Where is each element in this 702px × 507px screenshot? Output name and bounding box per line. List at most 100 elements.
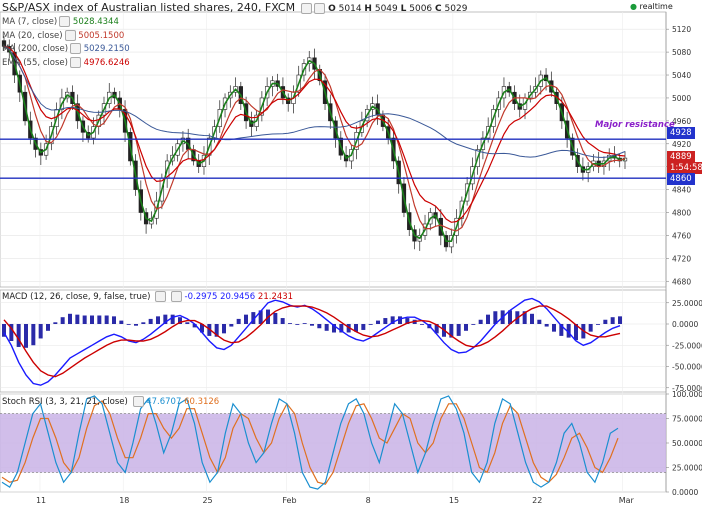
macd-histogram-bar: [368, 324, 373, 325]
macd-visibility-button[interactable]: [170, 291, 182, 302]
legend-row: MA (200, close) 5029.2150: [2, 43, 130, 57]
macd-histogram-bar: [610, 317, 615, 324]
macd-value: -0.2975: [184, 292, 218, 302]
stoch-y-tick-label: 75.0000: [672, 415, 702, 424]
macd-y-tick-label: 25.0000: [672, 299, 702, 308]
chart-root: 5120508050405000496049204880484048004760…: [0, 0, 702, 507]
macd-histogram-bar: [456, 324, 461, 336]
x-tick-label: Feb: [282, 496, 296, 505]
macd-histogram-bar: [295, 324, 300, 325]
macd-histogram-bar: [486, 314, 490, 324]
macd-histogram-bar: [244, 314, 248, 324]
x-tick-label: 25: [202, 496, 212, 505]
macd-histogram-bar: [229, 324, 234, 327]
stoch-y-tick-label: 50.0000: [672, 439, 702, 448]
macd-y-tick-label: 0.0000: [672, 320, 698, 329]
macd-histogram-bar: [478, 319, 483, 324]
legend-value: 5028.4344: [70, 17, 119, 27]
macd-histogram-bar: [222, 324, 226, 334]
legend-settings-button[interactable]: [70, 43, 82, 54]
macd-histogram-bar: [170, 314, 175, 324]
price-y-tick-label: 4720: [672, 254, 691, 263]
macd-histogram-bar: [185, 322, 190, 324]
legend-row: MA (20, close) 5005.1500: [2, 29, 130, 44]
chart-title: S&P/ASX index of Australian listed share…: [2, 1, 296, 14]
macd-histogram-bar: [317, 324, 322, 329]
legend-label: MA (7, close): [2, 17, 58, 27]
macd-histogram-bar: [618, 316, 622, 324]
stoch-d-value: 60.3126: [184, 397, 220, 407]
price-y-tick-label: 5040: [672, 71, 691, 80]
price-y-tick-label: 4840: [672, 186, 691, 195]
macd-histogram-bar: [530, 313, 534, 324]
macd-histogram-bar: [464, 324, 468, 331]
price-y-tick-label: 4920: [672, 140, 691, 149]
legend-label: MA (200, close): [2, 44, 69, 54]
chart-canvas: 5120508050405000496049204880484048004760…: [0, 11, 702, 505]
legend-row: MA (7, close) 5028.4344: [2, 16, 130, 30]
ohlc-readout: O 5014 H 5049 L 5006 C 5029: [328, 4, 468, 14]
visibility-button[interactable]: [313, 2, 325, 14]
macd-histogram-bar: [148, 318, 153, 324]
macd-histogram-bar: [119, 320, 124, 324]
legend-value: 5005.1500: [75, 30, 125, 41]
legend-settings-button[interactable]: [59, 16, 71, 27]
x-tick-label: 8: [366, 496, 371, 505]
macd-y-tick-label: -50.0000: [672, 363, 702, 372]
macd-histogram-bar: [588, 324, 593, 332]
macd-histogram-bar: [552, 324, 556, 332]
price-y-tick-label: 4680: [672, 277, 691, 286]
macd-histogram-bar: [544, 324, 549, 327]
price-y-tick-label: 5120: [672, 25, 691, 34]
stoch-settings-button[interactable]: [132, 396, 144, 407]
macd-hist-value: 21.2431: [257, 292, 294, 302]
price-y-tick-label: 5000: [672, 94, 691, 103]
macd-histogram-bar: [60, 317, 65, 324]
macd-histogram-bar: [24, 324, 28, 348]
macd-histogram-bar: [302, 323, 307, 324]
macd-histogram-bar: [38, 324, 43, 339]
macd-histogram-bar: [324, 324, 329, 331]
indicator-legend: MA (7, close) 5028.4344 MA (20, close) 50…: [2, 16, 130, 70]
price-y-tick-label: 4800: [672, 209, 691, 218]
price-tag: 4860: [667, 173, 695, 185]
legend-settings-button[interactable]: [64, 29, 76, 41]
macd-histogram-bar: [603, 319, 608, 324]
macd-histogram-bar: [31, 324, 36, 346]
macd-settings-button[interactable]: [155, 291, 167, 302]
stoch-y-tick-label: 100.0000: [672, 390, 702, 399]
macd-histogram-bar: [90, 315, 94, 324]
macd-histogram-bar: [53, 322, 58, 324]
stoch-label: Stoch RSI (3, 3, 21, 21, close): [2, 397, 128, 407]
stoch-y-tick-label: 0.0000: [672, 488, 698, 497]
macd-legend: MACD (12, 26, close, 9, false, true) -0.…: [2, 291, 293, 302]
major-resistance-label: Major resistance: [595, 120, 675, 130]
macd-histogram-bar: [46, 324, 50, 331]
macd-histogram-bar: [471, 324, 476, 325]
macd-histogram-bar: [280, 318, 285, 324]
realtime-indicator: ● realtime: [630, 2, 673, 11]
macd-histogram-bar: [134, 324, 138, 326]
x-tick-label: 22: [532, 496, 542, 505]
macd-histogram-bar: [97, 315, 102, 324]
macd-histogram-bar: [126, 324, 131, 325]
macd-y-tick-label: -25.0000: [672, 341, 702, 350]
macd-histogram-bar: [383, 318, 388, 324]
x-tick-label: 15: [449, 496, 459, 505]
legend-label: EMA (55, close): [2, 57, 68, 68]
stoch-y-tick-label: 25.0000: [672, 464, 702, 473]
x-tick-label: Mar: [619, 496, 635, 505]
x-tick-label: 11: [36, 496, 46, 505]
macd-histogram-bar: [82, 315, 87, 324]
settings-button[interactable]: [300, 2, 312, 14]
macd-histogram-bar: [537, 319, 542, 324]
macd-label: MACD (12, 26, close, 9, false, true): [2, 292, 151, 302]
stoch-legend: Stoch RSI (3, 3, 21, 21, close) 47.6707 …: [2, 396, 219, 407]
macd-histogram-bar: [104, 315, 109, 324]
macd-histogram-bar: [156, 316, 160, 324]
legend-settings-button[interactable]: [69, 56, 81, 68]
price-tag: 4928: [667, 127, 695, 139]
macd-histogram-bar: [273, 312, 278, 324]
legend-value: 5029.2150: [81, 44, 130, 54]
legend-label: MA (20, close): [2, 30, 63, 41]
